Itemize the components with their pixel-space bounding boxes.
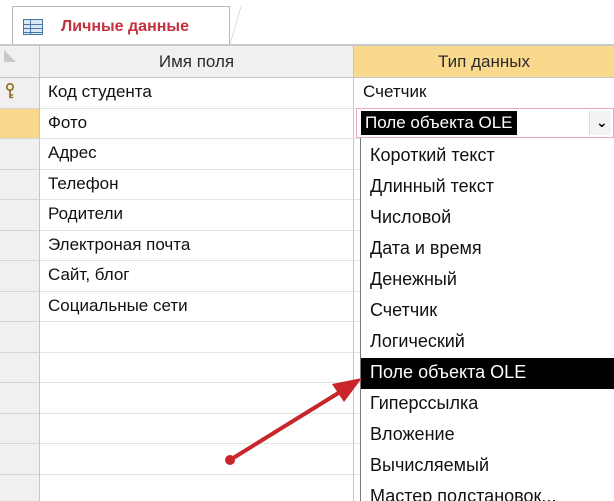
tab-corner (229, 6, 241, 47)
row-selector[interactable] (0, 413, 40, 444)
row-selector[interactable] (0, 200, 40, 231)
field-name-cell[interactable] (40, 444, 354, 475)
tab-personal-data[interactable]: Личные данные (12, 6, 241, 47)
field-name-text: Фото (48, 112, 88, 132)
field-name-text: Код студента (48, 82, 152, 101)
dropdown-option-label: Числовой (370, 207, 452, 227)
dropdown-option[interactable]: Дата и время (361, 234, 614, 265)
dropdown-button[interactable]: ⌄ (589, 111, 611, 135)
column-header-field-name[interactable]: Имя поля (40, 46, 354, 78)
dropdown-option-label: Мастер подстановок... (370, 486, 557, 501)
data-type-combobox[interactable]: Поле объекта OLE ⌄ (356, 108, 614, 138)
row-selector[interactable] (0, 383, 40, 414)
dropdown-option[interactable]: Числовой (361, 203, 614, 234)
object-tab-strip: Личные данные (0, 0, 614, 47)
data-type-dropdown-list: Короткий текст Длинный текст Числовой Дата … (360, 138, 614, 501)
field-name-cell[interactable]: Адрес (40, 139, 354, 170)
dropdown-option[interactable]: Логический (361, 327, 614, 358)
field-name-cell[interactable]: Сайт, блог (40, 261, 354, 292)
column-header-label: Тип данных (438, 52, 530, 71)
column-header-data-type[interactable]: Тип данных (354, 46, 614, 78)
field-name-text: Социальные сети (48, 295, 188, 315)
data-type-text: Счетчик (363, 82, 427, 101)
row-selector[interactable] (0, 261, 40, 292)
dropdown-option-label: Гиперссылка (370, 393, 479, 413)
dropdown-option-label: Дата и время (370, 238, 482, 258)
dropdown-option[interactable]: Поле объекта OLE (361, 358, 614, 389)
dropdown-option[interactable]: Длинный текст (361, 172, 614, 203)
row-selector[interactable] (0, 291, 40, 322)
row-selector[interactable] (0, 230, 40, 261)
dropdown-option-label: Денежный (370, 269, 457, 289)
field-name-text: Родители (48, 204, 123, 223)
dropdown-option[interactable]: Мастер подстановок... (361, 482, 614, 501)
row-selector[interactable] (0, 474, 40, 501)
dropdown-option[interactable]: Вычисляемый (361, 451, 614, 482)
dropdown-option[interactable]: Вложение (361, 420, 614, 451)
field-name-cell[interactable] (40, 413, 354, 444)
field-name-cell[interactable] (40, 352, 354, 383)
field-name-cell[interactable]: Фото (40, 108, 354, 139)
field-name-cell[interactable] (40, 322, 354, 353)
dropdown-option[interactable]: Гиперссылка (361, 389, 614, 420)
data-type-cell[interactable]: Счетчик (354, 78, 614, 109)
field-name-text: Электроная почта (48, 234, 191, 254)
dropdown-option[interactable]: Счетчик (361, 296, 614, 327)
table-icon (23, 19, 43, 35)
field-name-cell[interactable]: Телефон (40, 169, 354, 200)
dropdown-option[interactable]: Короткий текст (361, 141, 614, 172)
field-name-cell[interactable]: Родители (40, 200, 354, 231)
row-selector[interactable] (0, 78, 40, 109)
chevron-down-icon: ⌄ (596, 114, 608, 130)
dropdown-option-label: Логический (370, 331, 465, 351)
field-name-cell[interactable] (40, 474, 354, 501)
primary-key-icon (6, 83, 14, 99)
row-selector[interactable] (0, 322, 40, 353)
dropdown-option[interactable]: Денежный (361, 265, 614, 296)
row-selector[interactable] (0, 108, 40, 139)
field-name-cell[interactable]: Социальные сети (40, 291, 354, 322)
select-all-corner[interactable] (0, 46, 40, 78)
dropdown-option-label: Счетчик (370, 300, 438, 320)
tab-label: Личные данные (61, 18, 189, 35)
dropdown-option-label: Короткий текст (370, 145, 495, 165)
dropdown-option-label: Вычисляемый (370, 455, 490, 475)
row-selector[interactable] (0, 169, 40, 200)
field-name-cell[interactable] (40, 383, 354, 414)
row-selector[interactable] (0, 352, 40, 383)
row-selector[interactable] (0, 139, 40, 170)
dropdown-option-label: Вложение (370, 424, 455, 444)
row-selector[interactable] (0, 444, 40, 475)
field-name-text: Сайт, блог (48, 265, 130, 284)
field-name-cell[interactable]: Электроная почта (40, 230, 354, 261)
dropdown-option-label: Длинный текст (370, 176, 494, 196)
column-header-label: Имя поля (158, 52, 235, 71)
field-name-cell[interactable]: Код студента (40, 78, 354, 109)
field-name-text: Телефон (48, 173, 119, 193)
field-name-text: Адрес (48, 143, 97, 162)
dropdown-option-label: Поле объекта OLE (370, 362, 527, 382)
combobox-value: Поле объекта OLE (361, 111, 517, 135)
